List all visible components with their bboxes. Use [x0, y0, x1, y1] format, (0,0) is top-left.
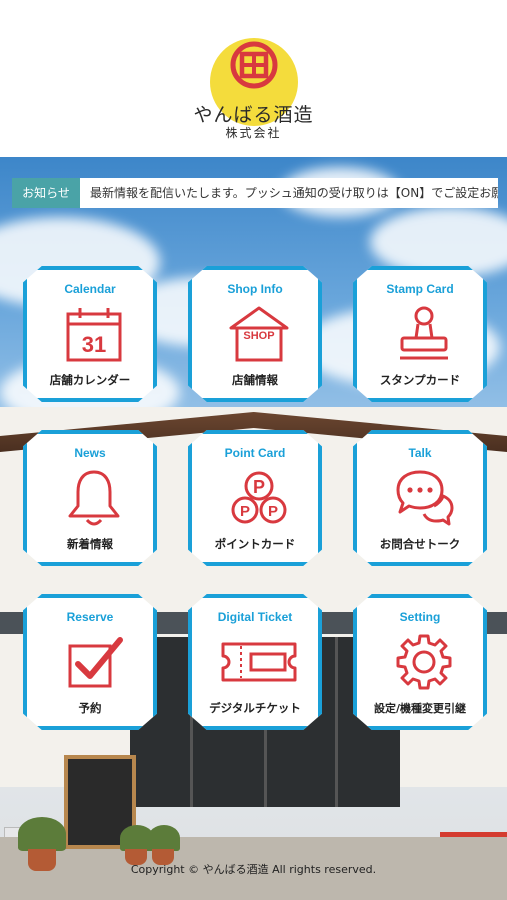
- checkbox-icon: [68, 637, 123, 688]
- tile-talk[interactable]: Talk お問合せトーク: [353, 430, 487, 566]
- tile-title: Point Card: [224, 446, 286, 460]
- bell-icon: [68, 470, 120, 526]
- tile-shop-info[interactable]: Shop Info SHOP 店舗情報: [188, 266, 322, 402]
- gear-icon: [396, 634, 452, 690]
- tile-label: スタンプカード: [379, 373, 461, 387]
- tile-label: 新着情報: [67, 537, 113, 551]
- tile-title: Digital Ticket: [217, 610, 293, 624]
- news-tag-label: お知らせ: [12, 178, 80, 208]
- tile-stamp-card[interactable]: Stamp Card スタンプカード: [353, 266, 487, 402]
- brand-subtitle: 株式会社: [225, 126, 282, 140]
- tile-reserve[interactable]: Reserve 予約: [23, 594, 157, 730]
- tile-point-card[interactable]: Point Card P P P ポイントカード: [188, 430, 322, 566]
- point-letter: P: [240, 503, 250, 520]
- tile-label: 設定/機種変更引継: [373, 702, 467, 715]
- tile-label: 予約: [78, 701, 102, 715]
- stamp-icon: [400, 306, 448, 360]
- tile-label: 店舗カレンダー: [49, 373, 131, 387]
- tile-title: Talk: [408, 446, 432, 460]
- tile-title: Shop Info: [227, 282, 283, 296]
- calendar-icon: 31: [66, 308, 122, 362]
- calendar-day-text: 31: [82, 332, 106, 357]
- tile-title: Setting: [399, 610, 441, 624]
- tile-news[interactable]: News 新着情報: [23, 430, 157, 566]
- logo-mark-icon: [230, 41, 278, 89]
- tile-title: Calendar: [64, 282, 116, 296]
- footer-copyright: Copyright © やんばる酒造 All rights reserved.: [130, 863, 377, 876]
- shop-icon-text: SHOP: [243, 330, 274, 342]
- tile-title: Stamp Card: [386, 282, 454, 296]
- tile-calendar[interactable]: Calendar 31 店舗カレンダー: [23, 266, 157, 402]
- chat-icon: [396, 470, 454, 526]
- tile-title: Reserve: [66, 610, 114, 624]
- tile-title: News: [74, 446, 106, 460]
- points-icon: P P P: [231, 471, 287, 524]
- tile-label: ポイントカード: [214, 537, 296, 551]
- tile-digital-ticket[interactable]: Digital Ticket デジタルチケット: [188, 594, 322, 730]
- tile-label: デジタルチケット: [209, 701, 301, 715]
- point-letter: P: [268, 503, 278, 520]
- shop-icon: SHOP: [229, 306, 289, 362]
- point-letter: P: [253, 477, 265, 497]
- ticket-icon: [221, 642, 297, 682]
- tile-label: お問合せトーク: [379, 537, 461, 551]
- tile-setting[interactable]: Setting 設定/機種変更引継: [353, 594, 487, 730]
- tile-label: 店舗情報: [232, 373, 278, 387]
- news-ticker[interactable]: お知らせ 最新情報を配信いたします。プッシュ通知の受け取りは【ON】でご設定お願…: [12, 178, 498, 208]
- app-header: やんばる酒造 株式会社: [0, 0, 507, 157]
- news-ticker-text: 最新情報を配信いたします。プッシュ通知の受け取りは【ON】でご設定お願いします。: [90, 186, 498, 200]
- brand-name: やんばる酒造: [193, 104, 314, 126]
